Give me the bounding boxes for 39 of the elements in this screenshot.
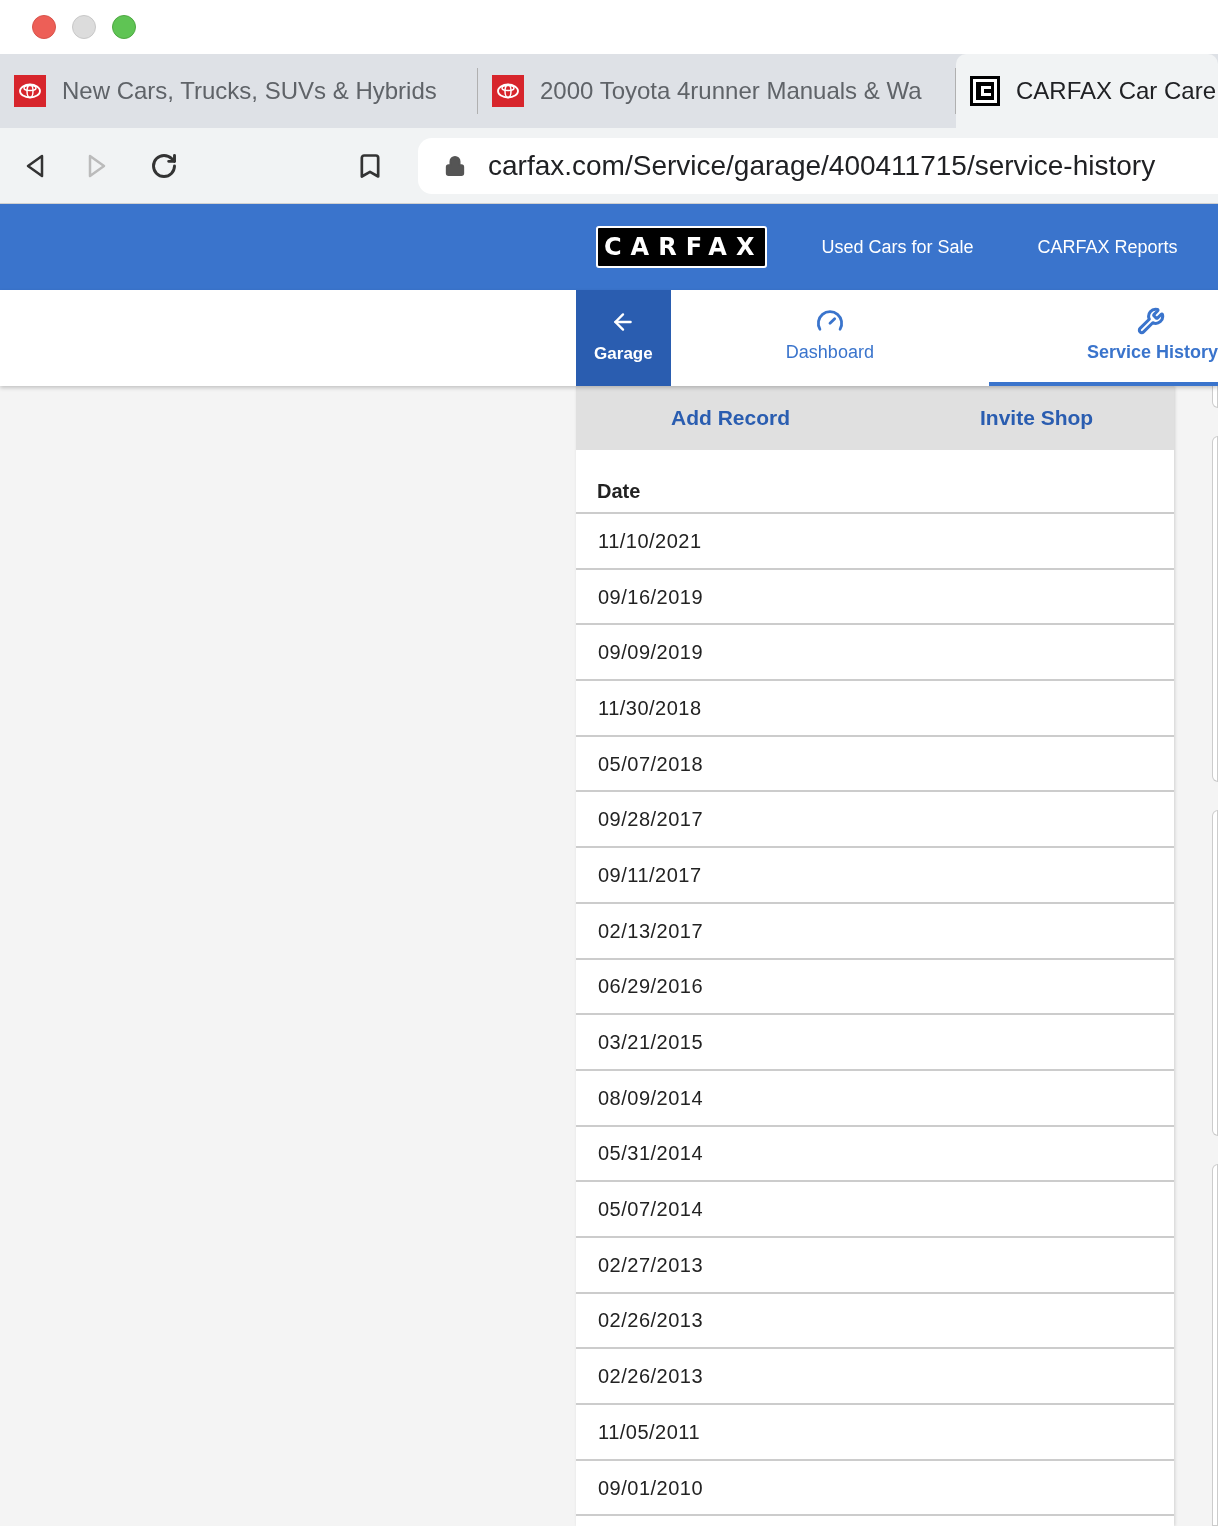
reload-icon[interactable] [150, 151, 178, 180]
date-cell-text: 08/09/2014 [598, 1085, 704, 1111]
date-cell-text: 09/09/2019 [598, 640, 704, 666]
date-cell-text: 05/31/2014 [598, 1141, 704, 1167]
browser-tab[interactable]: New Cars, Trucks, SUVs & Hybrids [0, 68, 478, 114]
date-cell-text: 09/11/2017 [598, 862, 702, 888]
date-cell-text: 02/27/2013 [598, 1252, 704, 1278]
date-cell-text: 11/05/2011 [598, 1419, 701, 1445]
action-link[interactable]: Add Record [671, 402, 790, 434]
garage-button[interactable]: Garage [576, 290, 671, 386]
toyota-logo-icon [492, 75, 524, 107]
zoom-window-button[interactable] [112, 15, 136, 39]
date-cell-text: 11/30/2018 [598, 695, 702, 721]
date-cell-text: 03/21/2015 [598, 1030, 704, 1056]
close-window-button[interactable] [32, 15, 56, 39]
date-cell-text: 02/26/2013 [598, 1364, 704, 1390]
date-cell-text: 11/10/2021 [598, 528, 702, 554]
nav-tab[interactable]: Dashboard [670, 290, 989, 386]
date-cell-text: 02/26/2013 [598, 1308, 704, 1334]
date-cell-text: 05/07/2014 [598, 1197, 704, 1223]
header-link[interactable]: CARFAX Reports [1037, 233, 1178, 261]
toyota-logo-icon [14, 75, 46, 107]
lock-icon [444, 154, 466, 177]
date-cell-text: 09/16/2019 [598, 584, 704, 610]
wrench-icon [1136, 306, 1165, 335]
carfax-logo-icon [970, 76, 1000, 106]
header-link[interactable]: Used Cars for Sale [821, 233, 974, 261]
browser-tab[interactable]: CARFAX Car Care [956, 54, 1218, 128]
date-cell-text: 06/29/2016 [598, 974, 704, 1000]
carfax-logo[interactable]: CARFAX [596, 226, 768, 268]
address-bar[interactable]: carfax.com/Service/garage/400411715/service-history [418, 137, 1218, 194]
back-icon[interactable] [24, 152, 46, 179]
date-cell-text: 09/01/2010 [598, 1475, 704, 1501]
date-cell-text: 09/28/2017 [598, 807, 704, 833]
date-cell-text: 05/07/2018 [598, 751, 704, 777]
column-header: Date [597, 479, 641, 504]
browser-tab[interactable]: 2000 Toyota 4runner Manuals & Wa [478, 68, 956, 114]
date-cell-text: 02/13/2017 [598, 918, 704, 944]
action-link[interactable]: Invite Shop [980, 402, 1094, 434]
